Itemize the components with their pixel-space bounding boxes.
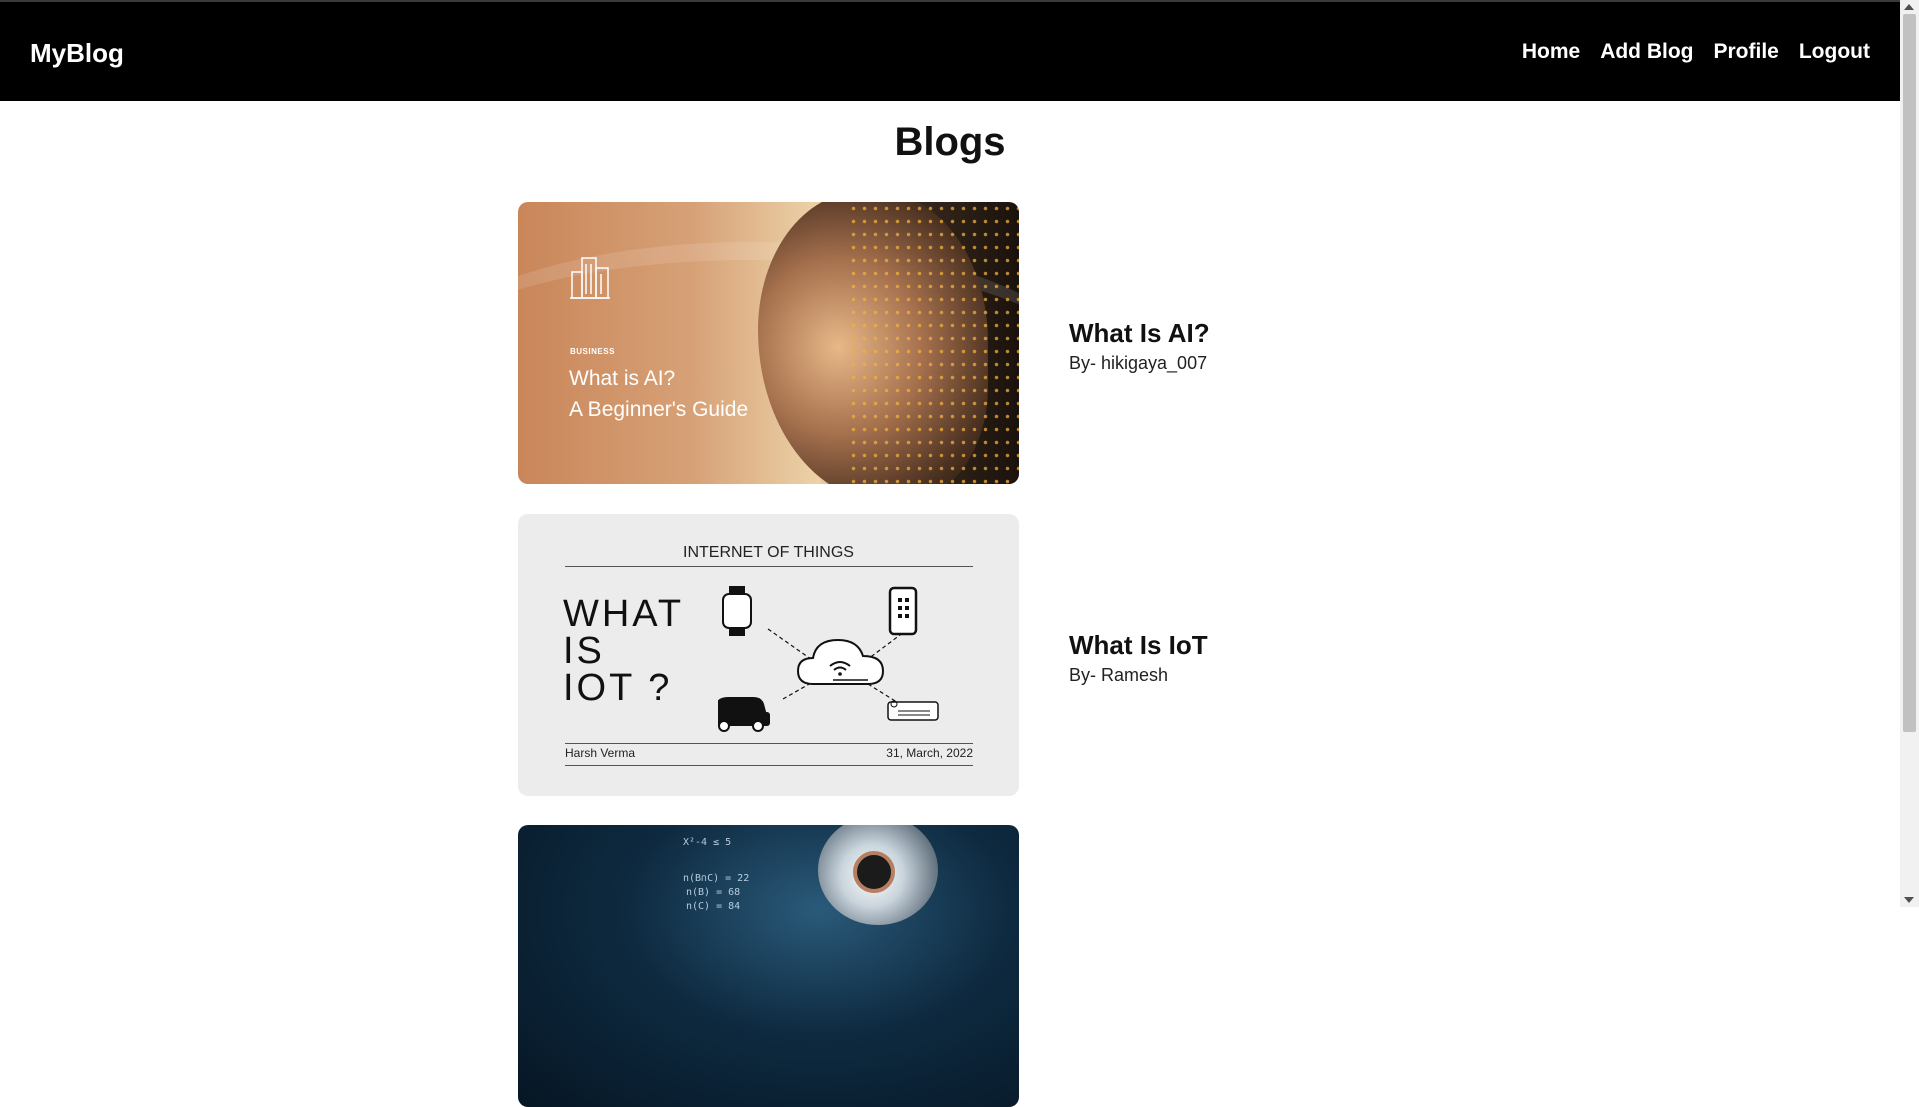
blog-image-ai[interactable]: BUSINESS What is AI? A Beginner's Guide xyxy=(518,202,1019,484)
blog-image-robot[interactable]: X²-4 ≤ 5 n(B∩C) = 22 n(B) = 68 n(C) = 84 xyxy=(518,825,1019,1107)
scrollbar-thumb[interactable] xyxy=(1903,14,1916,732)
image-headline: What is AI? A Beginner's Guide xyxy=(569,363,748,425)
image-date: 31, March, 2022 xyxy=(886,746,973,760)
image-kicker: BUSINESS xyxy=(570,347,615,356)
scroll-up-arrow-icon[interactable] xyxy=(1904,4,1914,10)
cloud-wifi-icon xyxy=(796,638,885,685)
math-formula: n(B) = 68 xyxy=(686,887,741,898)
nav-logout-link[interactable]: Logout xyxy=(1799,40,1870,64)
blog-card[interactable]: BUSINESS What is AI? A Beginner's Guide … xyxy=(518,202,1218,484)
brand-logo[interactable]: MyBlog xyxy=(30,38,124,69)
image-headline-line: WHAT xyxy=(563,593,685,635)
blog-title[interactable]: What Is AI? xyxy=(1069,318,1210,349)
image-headline-line: What is AI? xyxy=(569,367,676,390)
blog-image-iot[interactable]: INTERNET OF THINGS WHAT IS IOT ? Harsh V… xyxy=(518,514,1019,796)
smartwatch-icon xyxy=(722,586,752,636)
image-headline-line: A Beginner's Guide xyxy=(569,398,749,421)
page-title: Blogs xyxy=(894,120,1006,164)
nav-add-blog-link[interactable]: Add Blog xyxy=(1600,40,1693,64)
blog-meta: What Is AI? By- hikigaya_007 xyxy=(1069,318,1210,374)
blog-card[interactable]: X²-4 ≤ 5 n(B∩C) = 22 n(B) = 68 n(C) = 84 xyxy=(518,825,1218,1107)
smartphone-icon xyxy=(888,586,918,636)
image-byline: Harsh Verma xyxy=(565,746,636,760)
circuit-pattern xyxy=(848,202,1019,484)
navbar: MyBlog Home Add Blog Profile Logout xyxy=(0,2,1900,101)
divider xyxy=(565,765,973,766)
divider xyxy=(565,743,973,744)
math-formula: n(B∩C) = 22 xyxy=(683,873,750,884)
math-formula: X²-4 ≤ 5 xyxy=(683,837,732,848)
air-conditioner-icon xyxy=(887,700,939,721)
image-headline: WHAT IS IOT ? xyxy=(563,593,685,709)
nav-profile-link[interactable]: Profile xyxy=(1714,40,1779,64)
vertical-scrollbar[interactable] xyxy=(1900,0,1919,907)
blog-card[interactable]: INTERNET OF THINGS WHAT IS IOT ? Harsh V… xyxy=(518,514,1218,796)
image-kicker: INTERNET OF THINGS xyxy=(683,544,854,561)
image-headline-line: IS xyxy=(563,630,605,672)
blog-author: By- hikigaya_007 xyxy=(1069,353,1208,373)
scroll-down-arrow-icon[interactable] xyxy=(1904,897,1914,903)
nav-home-link[interactable]: Home xyxy=(1522,40,1580,64)
blog-meta: What Is IoT By- Ramesh xyxy=(1069,630,1208,686)
blog-author: By- Ramesh xyxy=(1069,665,1169,685)
car-icon xyxy=(718,697,770,732)
iot-network-diagram xyxy=(718,586,939,732)
robot-eye xyxy=(853,851,895,893)
nav-links: Home Add Blog Profile Logout xyxy=(1522,40,1870,64)
divider xyxy=(565,566,973,567)
image-headline-line: IOT ? xyxy=(563,667,673,709)
building-icon xyxy=(570,257,610,299)
blog-title[interactable]: What Is IoT xyxy=(1069,630,1208,661)
